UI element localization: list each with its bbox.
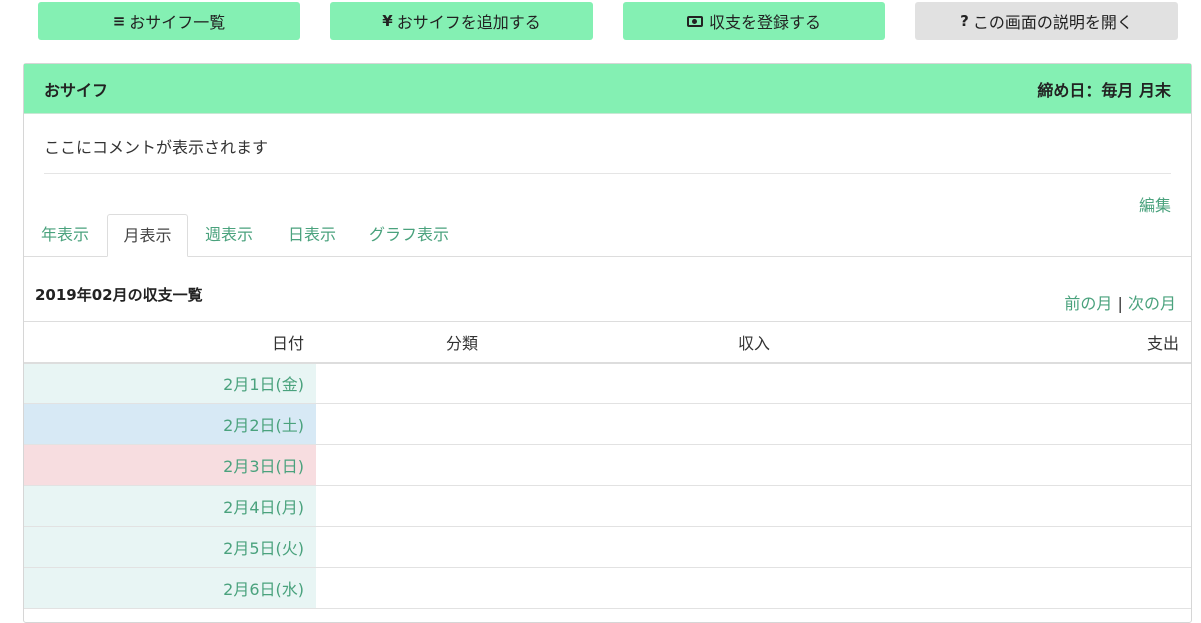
register-transaction-label: 収支を登録する [708, 13, 821, 32]
category-cell [316, 403, 608, 445]
help-label: この画面の説明を開く [972, 13, 1133, 32]
add-wallet-label: おサイフを追加する [396, 13, 541, 32]
income-cell [608, 444, 900, 486]
list-title: 2019年02月の収支一覧 [35, 286, 203, 304]
expense-cell [900, 567, 1191, 609]
tab-year[interactable]: 年表示 [28, 214, 102, 256]
view-tabs: 年表示 月表示 週表示 日表示 グラフ表示 [24, 214, 1191, 257]
wallet-list-button[interactable]: ≡ おサイフ一覧 [38, 2, 300, 40]
category-cell [316, 526, 608, 568]
prev-month-link[interactable]: 前の月 [1064, 294, 1112, 313]
expense-cell [900, 403, 1191, 445]
closing-day: 締め日：毎月 月末 [1037, 80, 1171, 100]
tab-day[interactable]: 日表示 [277, 214, 347, 256]
income-cell [608, 403, 900, 445]
category-cell [316, 362, 608, 404]
date-cell[interactable]: 2月5日(火) [24, 526, 316, 568]
nav-separator: | [1117, 294, 1123, 313]
month-nav: 前の月 | 次の月 [1064, 290, 1176, 314]
category-cell [316, 485, 608, 527]
header-date: 日付 [24, 321, 316, 364]
table-row: 2月3日(日) [24, 444, 1191, 486]
date-cell[interactable]: 2月4日(月) [24, 485, 316, 527]
wallet-comment: ここにコメントが表示されます [44, 138, 269, 157]
date-cell[interactable]: 2月2日(土) [24, 403, 316, 445]
tab-month[interactable]: 月表示 [107, 214, 188, 257]
header-expense: 支出 [900, 321, 1191, 364]
category-cell [316, 567, 608, 609]
table-row: 2月1日(金) [24, 362, 1191, 404]
expense-cell [900, 362, 1191, 404]
income-cell [608, 567, 900, 609]
tab-graph[interactable]: グラフ表示 [359, 214, 459, 256]
header-income: 収入 [608, 321, 900, 364]
expense-cell [900, 526, 1191, 568]
money-bill-icon [686, 15, 703, 27]
wallet-panel: おサイフ 締め日：毎月 月末 ここにコメントが表示されます 編集 年表示 月表示… [23, 63, 1192, 623]
expense-cell [900, 444, 1191, 486]
table-header-row: 日付 分類 収入 支出 [24, 321, 1191, 364]
add-wallet-button[interactable]: ¥ おサイフを追加する [330, 2, 593, 40]
next-month-link[interactable]: 次の月 [1128, 294, 1176, 313]
table-row: 2月2日(土) [24, 403, 1191, 445]
edit-link[interactable]: 編集 [1139, 192, 1171, 216]
question-icon: ? [960, 12, 969, 30]
table-row: 2月6日(水) [24, 567, 1191, 609]
income-cell [608, 485, 900, 527]
register-transaction-button[interactable]: 収支を登録する [623, 2, 885, 40]
panel-title: おサイフ [44, 80, 109, 100]
tab-week[interactable]: 週表示 [194, 214, 264, 256]
date-cell[interactable]: 2月6日(水) [24, 567, 316, 609]
help-button[interactable]: ? この画面の説明を開く [915, 2, 1178, 40]
yen-icon: ¥ [382, 12, 393, 30]
income-cell [608, 362, 900, 404]
table-row: 2月5日(火) [24, 526, 1191, 568]
category-cell [316, 444, 608, 486]
date-cell[interactable]: 2月3日(日) [24, 444, 316, 486]
income-cell [608, 526, 900, 568]
table-row: 2月4日(月) [24, 485, 1191, 527]
transaction-table: 日付 分類 収入 支出 2月1日(金) 2月2日(土) 2月3日(日) 2月4日… [24, 321, 1191, 609]
wallet-list-label: おサイフ一覧 [129, 13, 226, 32]
header-category: 分類 [316, 321, 608, 364]
expense-cell [900, 485, 1191, 527]
list-icon: ≡ [112, 12, 126, 30]
date-cell[interactable]: 2月1日(金) [24, 362, 316, 404]
panel-header: おサイフ 締め日：毎月 月末 [24, 64, 1191, 114]
divider [44, 173, 1171, 174]
